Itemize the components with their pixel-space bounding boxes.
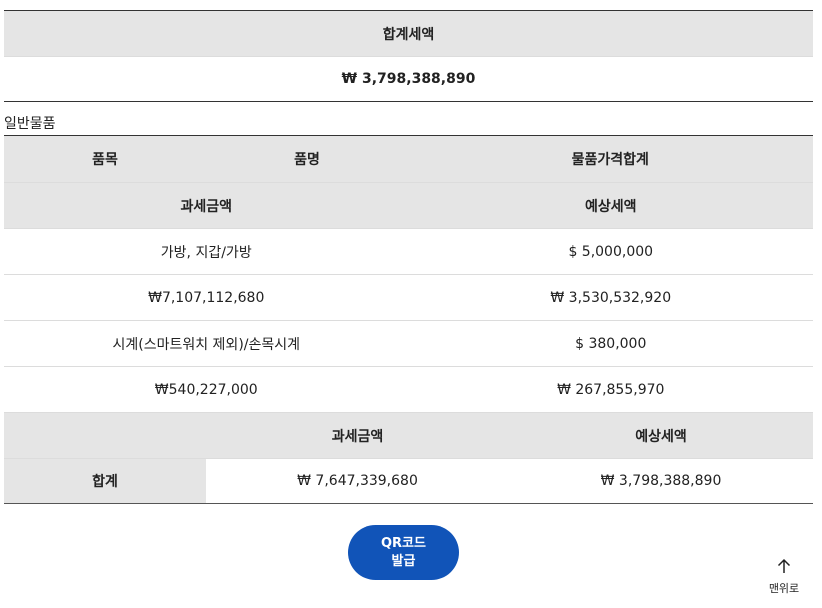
qr-button-label-line2: 발급 [391,553,416,569]
summary-row: 합계 ₩ 7,647,339,680 ₩ 3,798,388,890 [4,458,813,504]
section-title: 일반물품 [4,102,813,136]
arrow-up-icon [777,558,791,578]
summary-header-taxable: 과세금액 [331,428,384,445]
table-row: ₩540,227,000 ₩ 267,855,970 [4,366,813,412]
summary-taxable: ₩ 7,647,339,680 [297,473,418,489]
summary-label: 합계 [4,459,206,503]
item-name: 시계(스마트워치 제외)/손목시계 [112,336,301,353]
item-name: 가방, 지갑/가방 [160,244,252,261]
summary-header-empty [4,413,206,458]
header-estimated-tax: 예상세액 [584,198,637,215]
summary-tax: ₩ 3,798,388,890 [600,473,722,489]
tax-result-panel: 합계세액 ₩ 3,798,388,890 일반물품 품목 품명 물품가격합계 과… [4,10,813,504]
summary-header-tax: 예상세액 [635,428,687,445]
scroll-to-top-label: 맨위로 [768,582,800,595]
table-row: ₩7,107,112,680 ₩ 3,530,532,920 [4,274,813,320]
scroll-to-top-button[interactable]: 맨위로 [762,558,806,598]
header-taxable: 과세금액 [180,198,233,215]
table-header-row-1: 품목 품명 물품가격합계 [4,136,813,182]
summary-header-row: 과세금액 예상세액 [4,412,813,458]
header-name: 품명 [294,152,320,168]
item-taxable: ₩540,227,000 [154,381,258,398]
header-price-total: 물품가격합계 [571,152,649,168]
total-tax-value-row: ₩ 3,798,388,890 [4,56,813,102]
total-tax-header: 합계세액 [4,10,813,56]
table-header-row-2: 과세금액 예상세액 [4,182,813,228]
total-tax-heading: 합계세액 [382,26,435,43]
item-price: $ 5,000,000 [568,243,654,260]
qr-code-issue-button[interactable]: QR코드 발급 [348,525,459,580]
item-taxable: ₩7,107,112,680 [148,289,265,306]
total-tax-amount: ₩ 3,798,388,890 [341,71,476,87]
qr-button-label-line1: QR코드 [381,535,426,551]
header-category: 품목 [92,152,118,168]
table-row: 가방, 지갑/가방 $ 5,000,000 [4,228,813,274]
section-title-text: 일반물품 [4,116,56,132]
item-tax: ₩ 3,530,532,920 [550,289,672,306]
item-tax: ₩ 267,855,970 [557,381,665,398]
table-row: 시계(스마트워치 제외)/손목시계 $ 380,000 [4,320,813,366]
item-price: $ 380,000 [575,335,647,352]
